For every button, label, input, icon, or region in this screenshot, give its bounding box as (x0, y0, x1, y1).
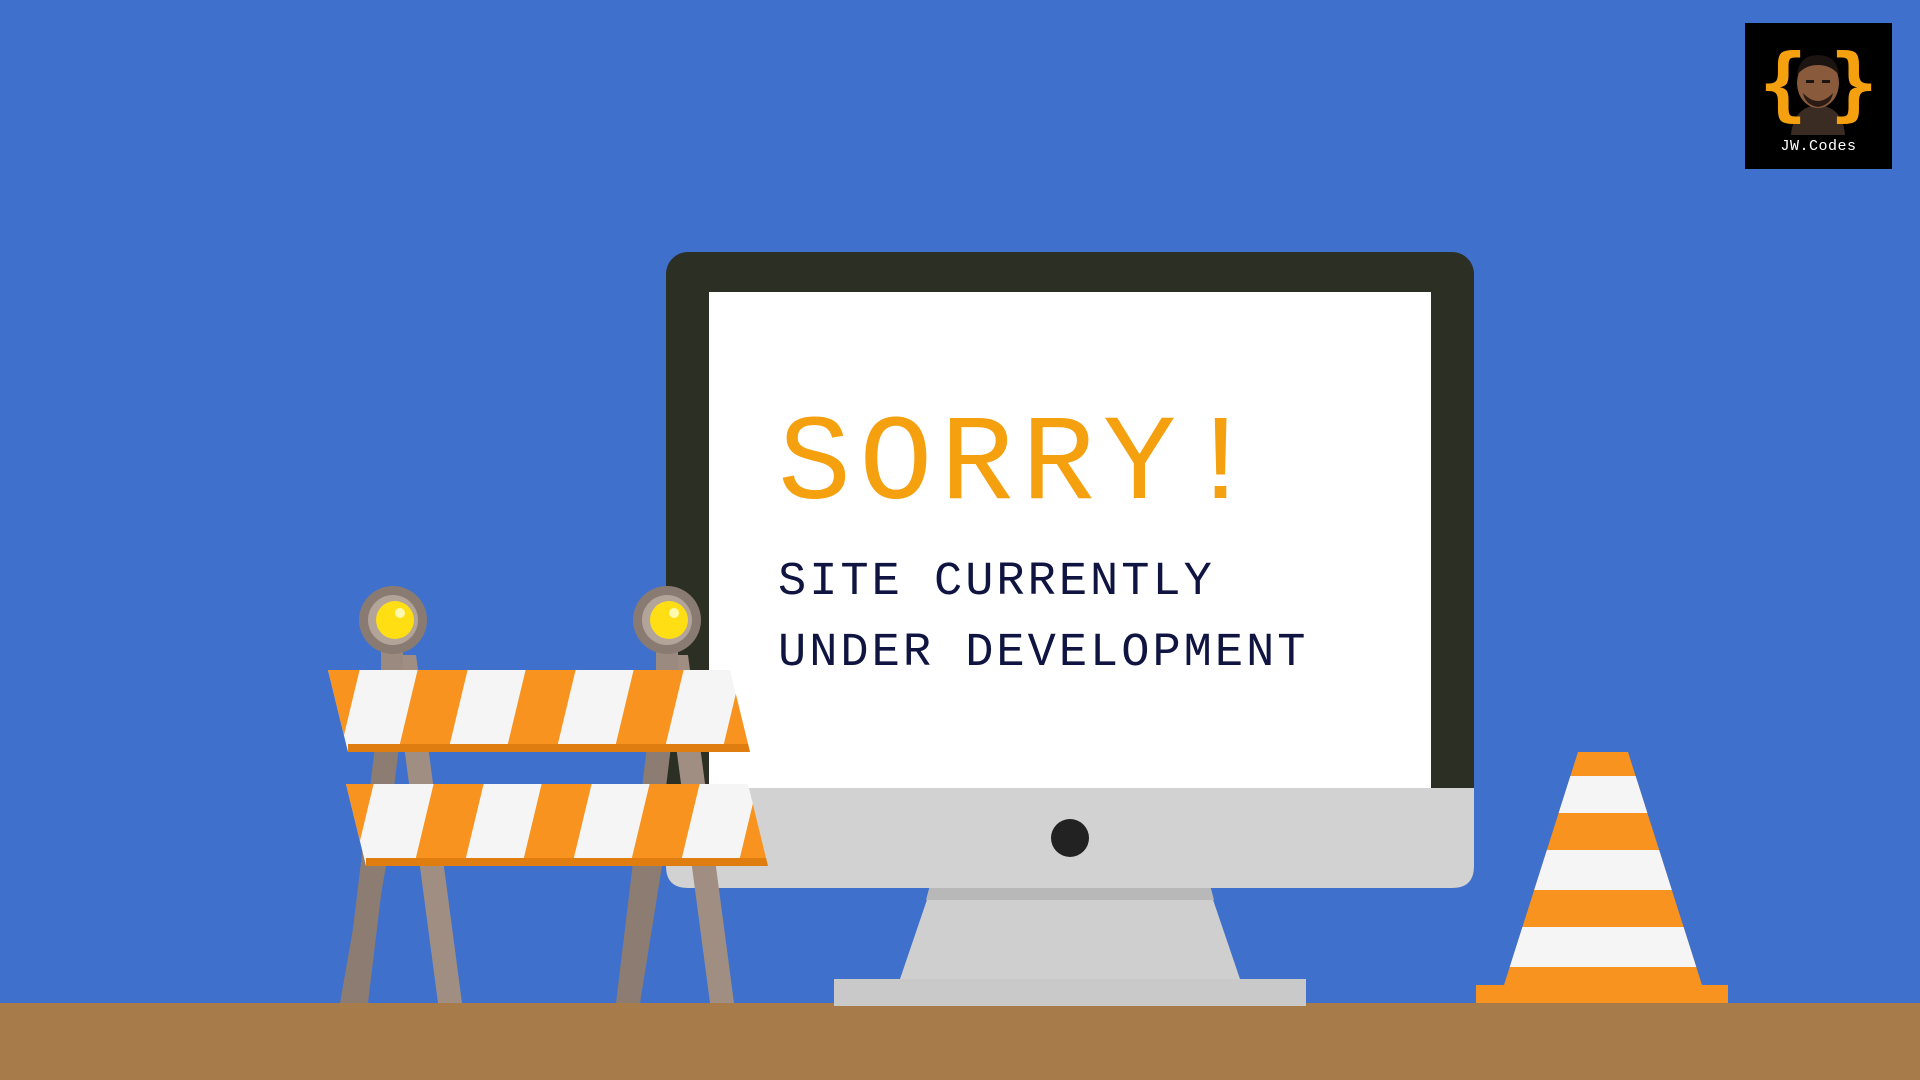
under-construction-scene: { } JW.Codes SORRY! SITE CURRENTLY UNDER… (0, 0, 1920, 1080)
status-line-1: SITE CURRENTLY (778, 556, 1215, 609)
logo-left-brace: { (1759, 37, 1808, 130)
warning-light-icon (359, 586, 427, 654)
cone-base (1476, 985, 1728, 1003)
floor (0, 1003, 1920, 1080)
status-message: SITE CURRENTLY UNDER DEVELOPMENT (778, 547, 1418, 689)
logo-text: JW.Codes (1780, 138, 1857, 155)
warning-light-icon (633, 586, 701, 654)
jw-codes-logo: { } JW.Codes (1745, 23, 1892, 169)
monitor-power-button (1051, 819, 1089, 857)
screen-message: SORRY! SITE CURRENTLY UNDER DEVELOPMENT (778, 405, 1418, 689)
traffic-cone-icon (1476, 752, 1728, 1003)
sorry-heading: SORRY! (778, 396, 1266, 535)
status-line-2: UNDER DEVELOPMENT (778, 627, 1309, 680)
monitor-stand-base (834, 979, 1306, 1006)
logo-right-brace: } (1829, 37, 1878, 130)
